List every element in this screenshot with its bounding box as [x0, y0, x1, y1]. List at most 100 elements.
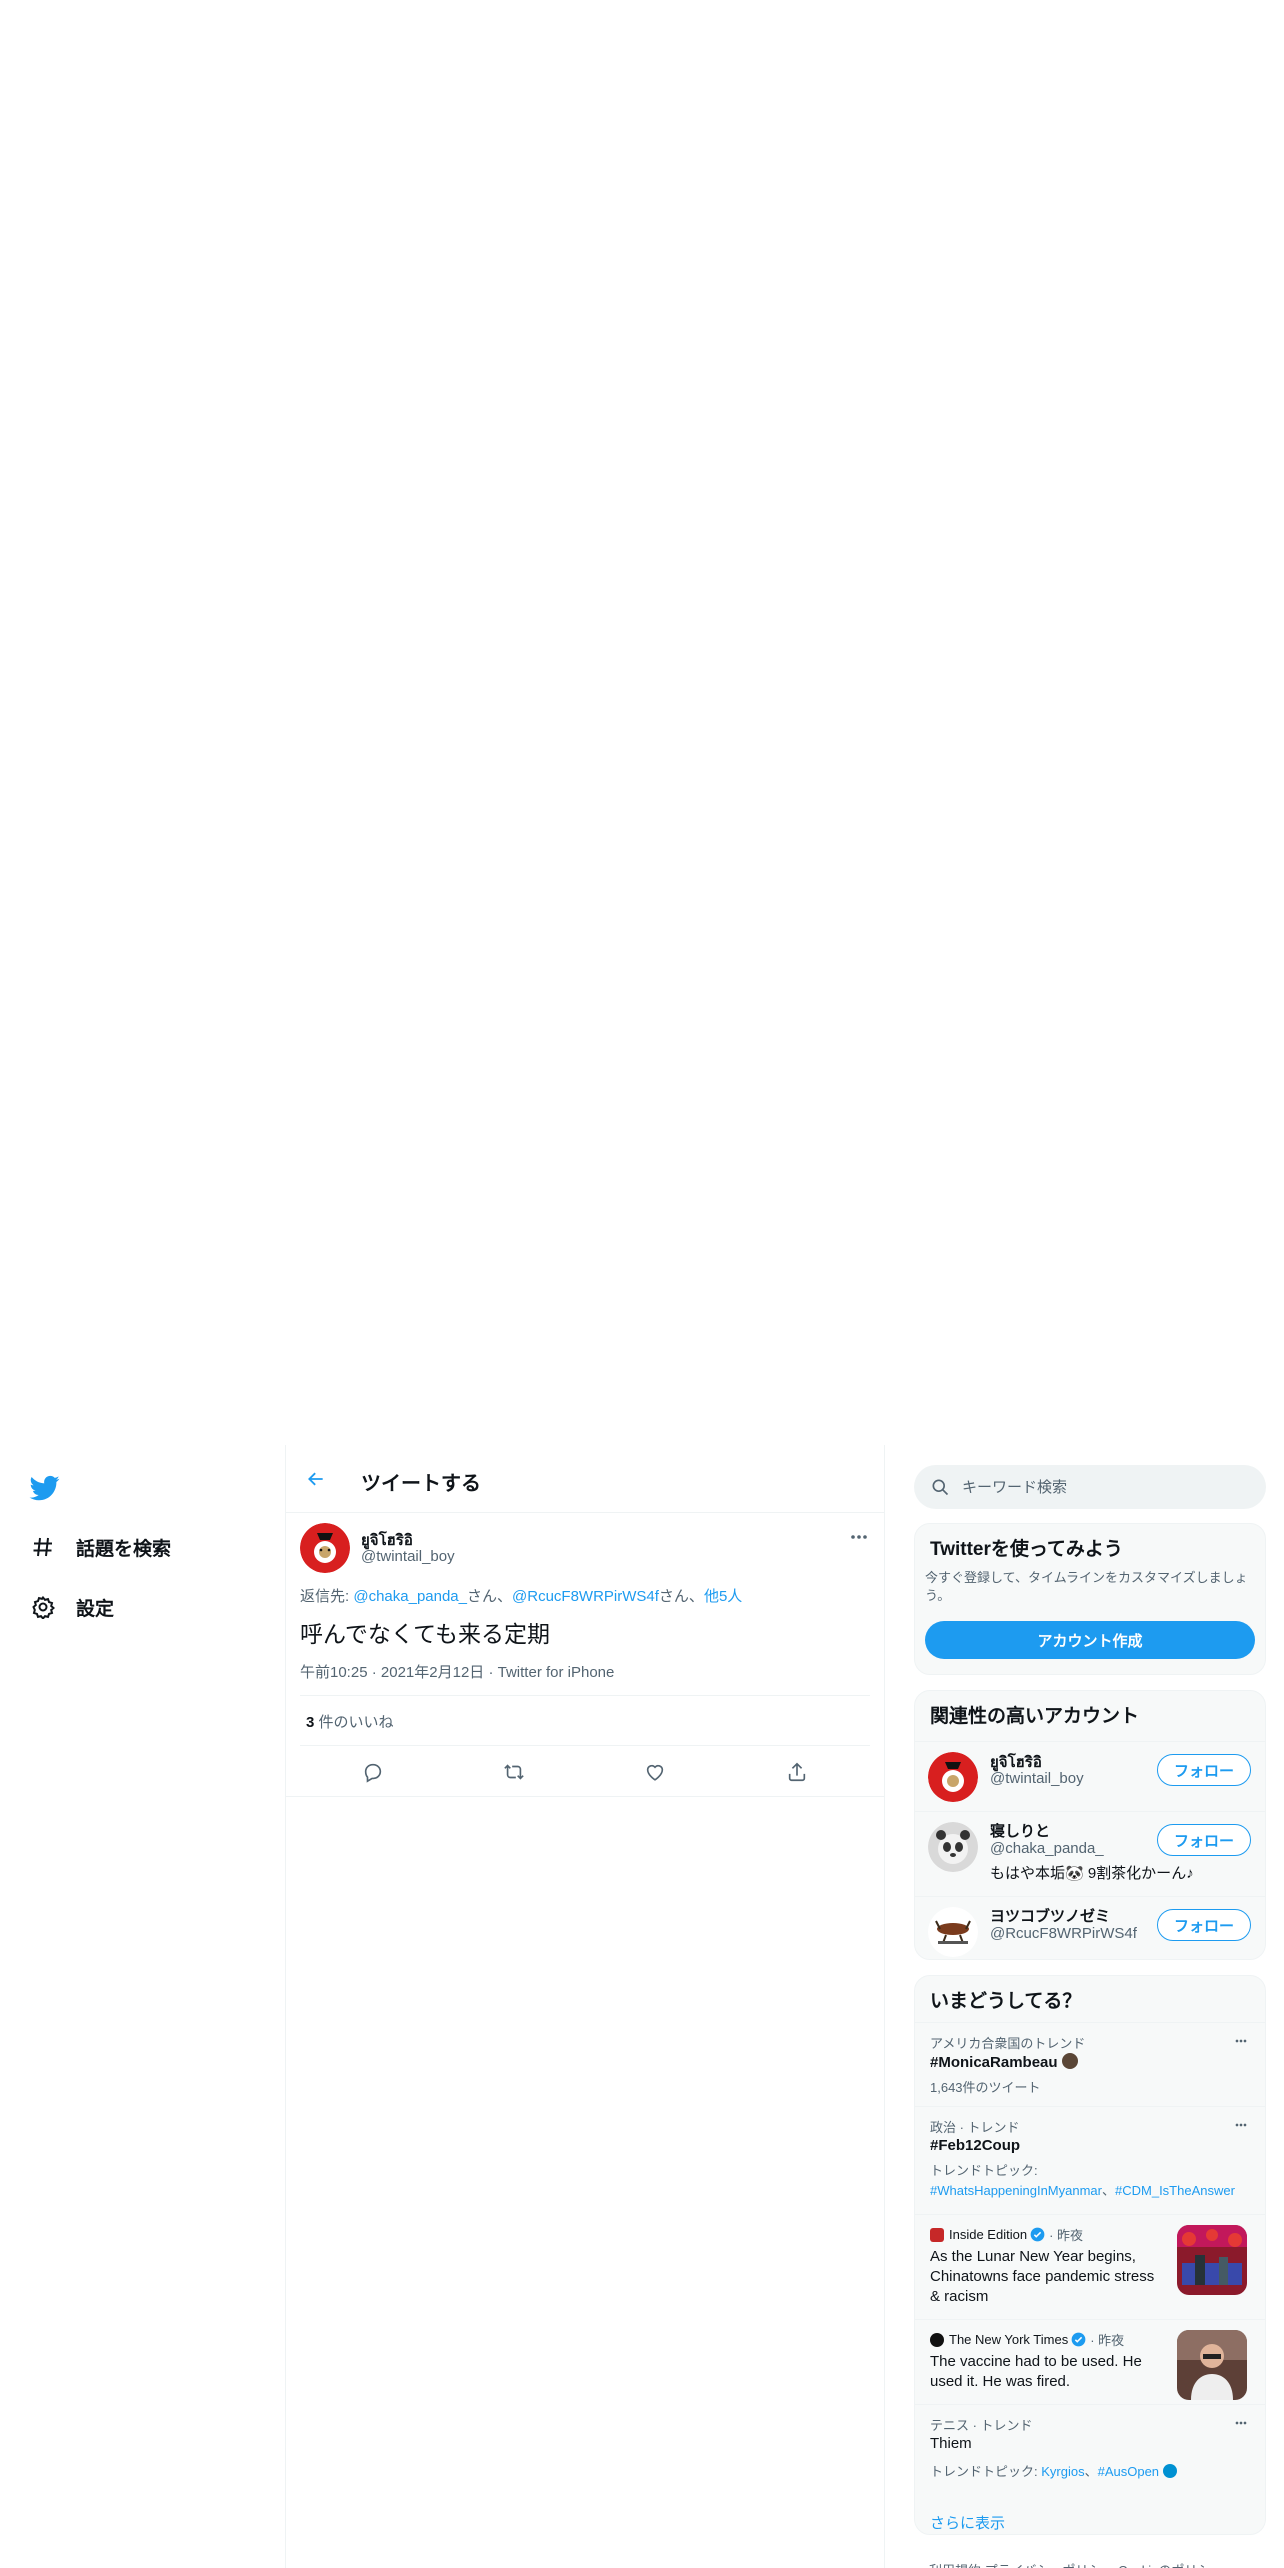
- tweet-source[interactable]: Twitter for iPhone: [498, 1664, 615, 1681]
- trends-title: いまどうしてる？: [930, 1991, 1082, 2012]
- trend-title: Thiem: [930, 2435, 972, 2452]
- trend-context: アメリカ合衆国のトレンド: [930, 2036, 1086, 2051]
- gear-icon: [28, 1592, 58, 1622]
- news-source: Inside Edition · 昨夜: [930, 2225, 1083, 2244]
- related-account-item[interactable]: ยูจิโฮริอิ @twintail_boy フォロー: [915, 1741, 1265, 1811]
- news-source-name: The New York Times: [949, 2332, 1069, 2347]
- reply-to-prefix: 返信先:: [300, 1588, 354, 1605]
- follow-button[interactable]: フォロー: [1157, 1909, 1251, 1941]
- news-time: · 昨夜: [1049, 2228, 1084, 2243]
- verified-badge-icon: [1071, 2332, 1086, 2347]
- page-title: ツイートする: [361, 1473, 481, 1495]
- tweet-text: 呼んでなくても来る定期: [300, 1621, 551, 1647]
- left-nav: 話題を検索 設定: [0, 1445, 285, 2568]
- trend-topic-link[interactable]: #CDM_IsTheAnswer: [1115, 2183, 1235, 2198]
- trend-title-text: #MonicaRambeau: [930, 2054, 1058, 2071]
- like-count-label: 件のいいね: [314, 1714, 394, 1731]
- main-column: ツイートする ยูจิโฮริอิ @twintail_boy 返信先: @ch…: [285, 1445, 885, 2568]
- more-options-icon[interactable]: [847, 1525, 871, 1549]
- related-account-item[interactable]: ヨツコブツノゼミ @RcucF8WRPirWS4f フォロー: [915, 1896, 1265, 1959]
- verified-badge-icon: [1030, 2227, 1045, 2242]
- news-headline: As the Lunar New Year begins, Chinatowns…: [930, 2248, 1155, 2305]
- signup-card: Twitterを使ってみよう 今すぐ登録して、タイムラインをカスタマイズしましょ…: [914, 1523, 1266, 1675]
- avatar[interactable]: [928, 1822, 978, 1872]
- trend-topic-link[interactable]: #AusOpen: [1098, 2464, 1159, 2479]
- news-item[interactable]: Inside Edition · 昨夜 As the Lunar New Yea…: [915, 2214, 1265, 2319]
- signup-description: 今すぐ登録して、タイムラインをカスタマイズしましょう。: [925, 1570, 1248, 1603]
- search-icon: [930, 1477, 950, 1497]
- reply-mention-link[interactable]: @chaka_panda_: [353, 1588, 467, 1605]
- trend-item[interactable]: アメリカ合衆国のトレンド #MonicaRambeau 1,643件のツイート: [915, 2022, 1265, 2106]
- more-options-icon[interactable]: [1229, 2413, 1253, 2433]
- trend-topic-link[interactable]: #WhatsHappeningInMyanmar: [930, 2183, 1102, 2198]
- twitter-bird-icon[interactable]: [28, 1473, 62, 1503]
- show-more-link[interactable]: さらに表示: [930, 2512, 1005, 2533]
- account-handle[interactable]: @RcucF8WRPirWS4f: [990, 1925, 1137, 1942]
- trend-topic-separator: 、: [1101, 2183, 1115, 2198]
- author-handle[interactable]: @twintail_boy: [361, 1548, 455, 1565]
- news-item[interactable]: The New York Times · 昨夜 The vaccine had …: [915, 2319, 1265, 2404]
- tweet-meta: 午前10:25 · 2021年2月12日 · Twitter for iPhon…: [300, 1664, 615, 1681]
- hashtag-icon: [28, 1532, 58, 1562]
- account-name[interactable]: 寝しりと: [990, 1820, 1050, 1841]
- news-time: · 昨夜: [1090, 2333, 1125, 2348]
- news-headline: The vaccine had to be used. He used it. …: [930, 2353, 1142, 2390]
- trend-topics-prefix: トレンドトピック:: [930, 2464, 1042, 2479]
- news-source-name: Inside Edition: [949, 2227, 1028, 2242]
- follow-button[interactable]: フォロー: [1157, 1824, 1251, 1856]
- follow-button[interactable]: フォロー: [1157, 1754, 1251, 1786]
- news-thumbnail[interactable]: [1177, 2225, 1247, 2295]
- related-accounts-card: 関連性の高いアカウント ยูจิโฮริอิ @twintail_boy フォロ…: [914, 1690, 1266, 1960]
- related-accounts-title: 関連性の高いアカウント: [930, 1706, 1140, 1727]
- account-bio: もはや本垢🐼 9割茶化かーん♪: [990, 1865, 1194, 1882]
- reply-icon[interactable]: [358, 1757, 388, 1787]
- create-account-button[interactable]: アカウント作成: [925, 1621, 1255, 1659]
- account-handle[interactable]: @chaka_panda_: [990, 1840, 1104, 1857]
- trend-context: 政治 · トレンド: [930, 2120, 1020, 2135]
- related-account-item[interactable]: 寝しりと @chaka_panda_ もはや本垢🐼 9割茶化かーん♪ フォロー: [915, 1811, 1265, 1896]
- reply-mention-link[interactable]: @RcucF8WRPirWS4f: [512, 1588, 659, 1605]
- search-input[interactable]: [962, 1465, 1252, 1509]
- signup-title: Twitterを使ってみよう: [930, 1539, 1123, 1560]
- divider: [300, 1695, 870, 1696]
- account-name[interactable]: ヨツコブツノゼミ: [990, 1905, 1110, 1926]
- trend-topics: トレンドトピック: #WhatsHappeningInMyanmar、#CDM_…: [930, 2161, 1250, 2201]
- news-thumbnail[interactable]: [1177, 2330, 1247, 2400]
- nav-settings[interactable]: 設定: [28, 1587, 114, 1627]
- more-options-icon[interactable]: [1229, 2115, 1253, 2135]
- inside-edition-logo-icon: [930, 2227, 944, 2242]
- trend-item[interactable]: 政治 · トレンド #Feb12Coup トレンドトピック: #WhatsHap…: [915, 2106, 1265, 2214]
- avatar[interactable]: [928, 1907, 978, 1957]
- trend-topics: トレンドトピック: Kyrgios、#AusOpen: [930, 2461, 1177, 2480]
- author-avatar[interactable]: [300, 1523, 350, 1573]
- avatar[interactable]: [928, 1752, 978, 1802]
- like-heart-icon[interactable]: [640, 1757, 670, 1787]
- account-handle[interactable]: @twintail_boy: [990, 1770, 1084, 1787]
- nav-explore-label: 話題を検索: [76, 1538, 172, 1560]
- nyt-logo-icon: [930, 2332, 944, 2347]
- reply-separator: さん、: [467, 1588, 513, 1605]
- retweet-icon[interactable]: [499, 1757, 529, 1787]
- like-count-link[interactable]: 3 件のいいね: [306, 1711, 394, 1732]
- tweet-date[interactable]: 2021年2月12日: [381, 1664, 484, 1681]
- nav-explore[interactable]: 話題を検索: [28, 1527, 171, 1567]
- trends-card: いまどうしてる？ アメリカ合衆国のトレンド #MonicaRambeau 1,6…: [914, 1975, 1266, 2535]
- reply-separator: さん、: [658, 1588, 704, 1605]
- reply-others-link[interactable]: 他5人: [704, 1588, 742, 1605]
- back-arrow-icon[interactable]: [300, 1463, 332, 1495]
- tweet-actions: [286, 1745, 884, 1797]
- footer-links[interactable]: 利用規約 プライバシーポリシー Cookieのポリシー: [929, 2560, 1223, 2568]
- trend-title: #MonicaRambeau: [930, 2053, 1078, 2071]
- trend-topics-prefix: トレンドトピック:: [930, 2163, 1038, 2178]
- more-options-icon[interactable]: [1229, 2031, 1253, 2051]
- tweet-time[interactable]: 午前10:25: [300, 1664, 368, 1681]
- trend-item[interactable]: テニス · トレンド Thiem トレンドトピック: Kyrgios、#AusO…: [915, 2404, 1265, 2499]
- trend-topic-separator: 、: [1084, 2464, 1098, 2479]
- ausopen-emoji-icon: [1162, 2464, 1177, 2478]
- search-box[interactable]: [914, 1465, 1266, 1509]
- trend-topic-link[interactable]: Kyrgios: [1041, 2464, 1084, 2479]
- share-icon[interactable]: [782, 1757, 812, 1787]
- hashtag-emoji-icon: [1061, 2053, 1078, 2069]
- page-header: ツイートする: [286, 1445, 884, 1513]
- reply-to-line: 返信先: @chaka_panda_さん、@RcucF8WRPirWS4fさん、…: [300, 1585, 742, 1606]
